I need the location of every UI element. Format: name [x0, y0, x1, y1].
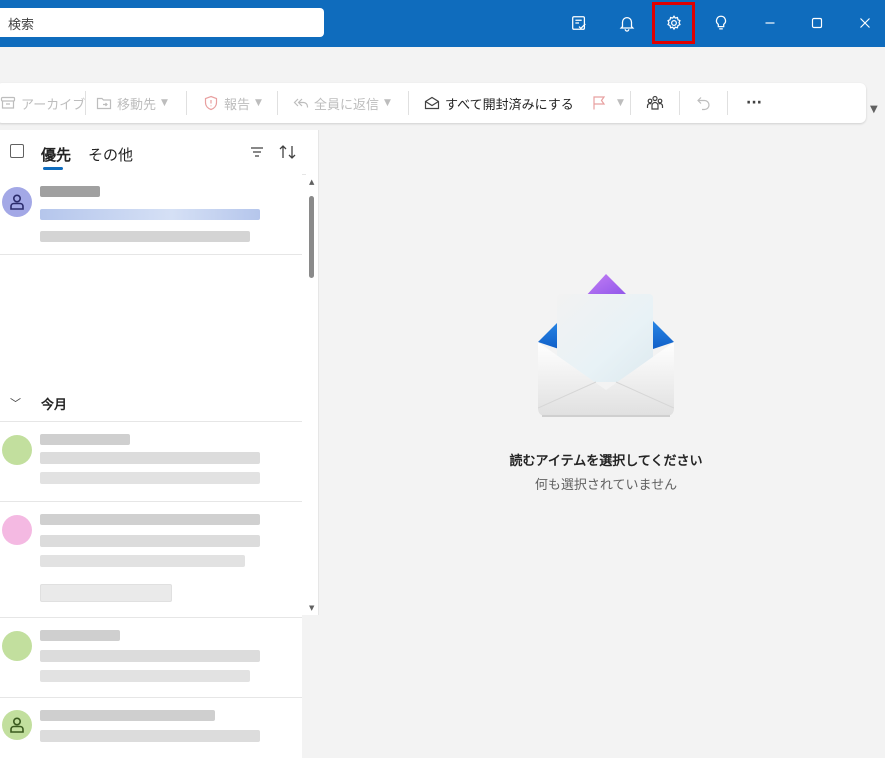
blurred-preview [40, 670, 250, 682]
move-to-button[interactable]: 移動先 ▼ [96, 83, 168, 123]
blurred-attachment [40, 584, 172, 602]
list-item[interactable] [0, 174, 302, 255]
list-item[interactable] [0, 618, 302, 698]
blurred-subject [40, 535, 260, 547]
filter-icon[interactable] [249, 144, 265, 164]
more-options-button[interactable]: ··· [746, 83, 762, 123]
divider [85, 91, 86, 115]
title-bar: 検索 [0, 0, 885, 47]
reply-all-button[interactable]: 全員に返信 ▼ [293, 83, 391, 123]
select-all-checkbox[interactable] [10, 144, 24, 158]
flag-button[interactable]: ▼ [591, 83, 624, 123]
people-group-icon [646, 95, 664, 110]
tasks-icon[interactable] [563, 8, 595, 38]
scroll-down-arrow-icon[interactable]: ▼ [309, 604, 314, 612]
blurred-sender [40, 186, 100, 197]
avatar [2, 631, 32, 661]
command-ribbon: アーカイブ 移動先 ▼ 報告 ▼ 全員に返信 ▼ すべて開封済みにする ▼ ··… [0, 83, 866, 123]
lightbulb-icon[interactable] [705, 8, 737, 38]
message-list-header: 優先 その他 [0, 130, 318, 175]
flag-icon [593, 96, 606, 110]
move-to-label: 移動先 [117, 97, 157, 113]
blurred-preview [40, 231, 250, 242]
archive-icon [0, 96, 16, 109]
blurred-sender [40, 630, 120, 641]
list-item[interactable] [0, 698, 302, 758]
ribbon-expand-chevron-icon[interactable]: ▼ [870, 104, 878, 115]
chevron-down-icon: ▼ [161, 98, 168, 108]
archive-label: アーカイブ [21, 97, 86, 113]
tab-other[interactable]: その他 [88, 144, 133, 165]
blurred-subject [40, 730, 260, 742]
search-box[interactable]: 検索 [0, 8, 324, 37]
tab-focused-underline [43, 167, 63, 170]
avatar [2, 710, 32, 740]
search-placeholder: 検索 [8, 18, 35, 33]
blurred-subject [40, 452, 260, 464]
avatar [2, 515, 32, 545]
empty-state-subtitle: 何も選択されていません [534, 478, 678, 493]
divider [679, 91, 680, 115]
minimize-icon[interactable] [754, 8, 786, 38]
divider [186, 91, 187, 115]
blurred-subject [40, 650, 260, 662]
mark-all-read-label: すべて開封済みにする [445, 97, 574, 113]
chevron-down-icon: ﹀ [10, 397, 21, 410]
bell-icon[interactable] [611, 8, 643, 38]
avatar [2, 435, 32, 465]
divider [727, 91, 728, 115]
blurred-subject [40, 209, 260, 220]
list-item[interactable] [0, 422, 302, 502]
message-list-pane: 優先 その他 ﹀ 今月 [0, 130, 318, 758]
group-header-this-month[interactable]: ﹀ 今月 [0, 384, 302, 422]
person-icon [10, 717, 24, 733]
sort-icon[interactable] [278, 143, 298, 165]
maximize-icon[interactable] [801, 8, 833, 38]
blurred-preview [40, 472, 260, 484]
chevron-down-icon: ▼ [617, 98, 624, 108]
divider [630, 91, 631, 115]
list-item[interactable] [0, 502, 302, 618]
person-icon [10, 194, 24, 210]
reply-all-icon [293, 98, 309, 108]
blurred-sender [40, 434, 130, 445]
mark-all-read-button[interactable]: すべて開封済みにする [424, 83, 574, 123]
report-button[interactable]: 報告 ▼ [203, 83, 262, 123]
undo-button[interactable] [696, 83, 717, 123]
scrollbar-thumb[interactable] [309, 196, 314, 278]
envelope-open-icon [424, 96, 440, 110]
scroll-up-arrow-icon[interactable]: ▲ [309, 178, 314, 186]
chevron-down-icon: ▼ [255, 98, 262, 108]
blurred-sender [40, 514, 260, 525]
group-label: 今月 [41, 398, 68, 413]
reply-all-label: 全員に返信 [314, 97, 380, 113]
groups-button[interactable] [646, 83, 669, 123]
undo-icon [697, 97, 710, 111]
shield-icon [204, 95, 218, 111]
message-list-scrollbar[interactable]: ▲ ▼ [306, 174, 318, 615]
report-label: 報告 [224, 97, 251, 113]
settings-highlight-box [652, 2, 695, 44]
divider [408, 91, 409, 115]
tab-focused[interactable]: 優先 [41, 144, 71, 165]
empty-envelope-illustration [537, 270, 675, 424]
divider [277, 91, 278, 115]
close-icon[interactable] [849, 8, 881, 38]
blurred-preview [40, 555, 245, 567]
blurred-sender [40, 710, 215, 721]
avatar [2, 187, 32, 217]
chevron-down-icon: ▼ [384, 98, 391, 108]
archive-button[interactable]: アーカイブ [0, 83, 85, 123]
folder-move-icon [96, 97, 112, 110]
empty-state-title: 読むアイテムを選択してください [509, 454, 703, 469]
